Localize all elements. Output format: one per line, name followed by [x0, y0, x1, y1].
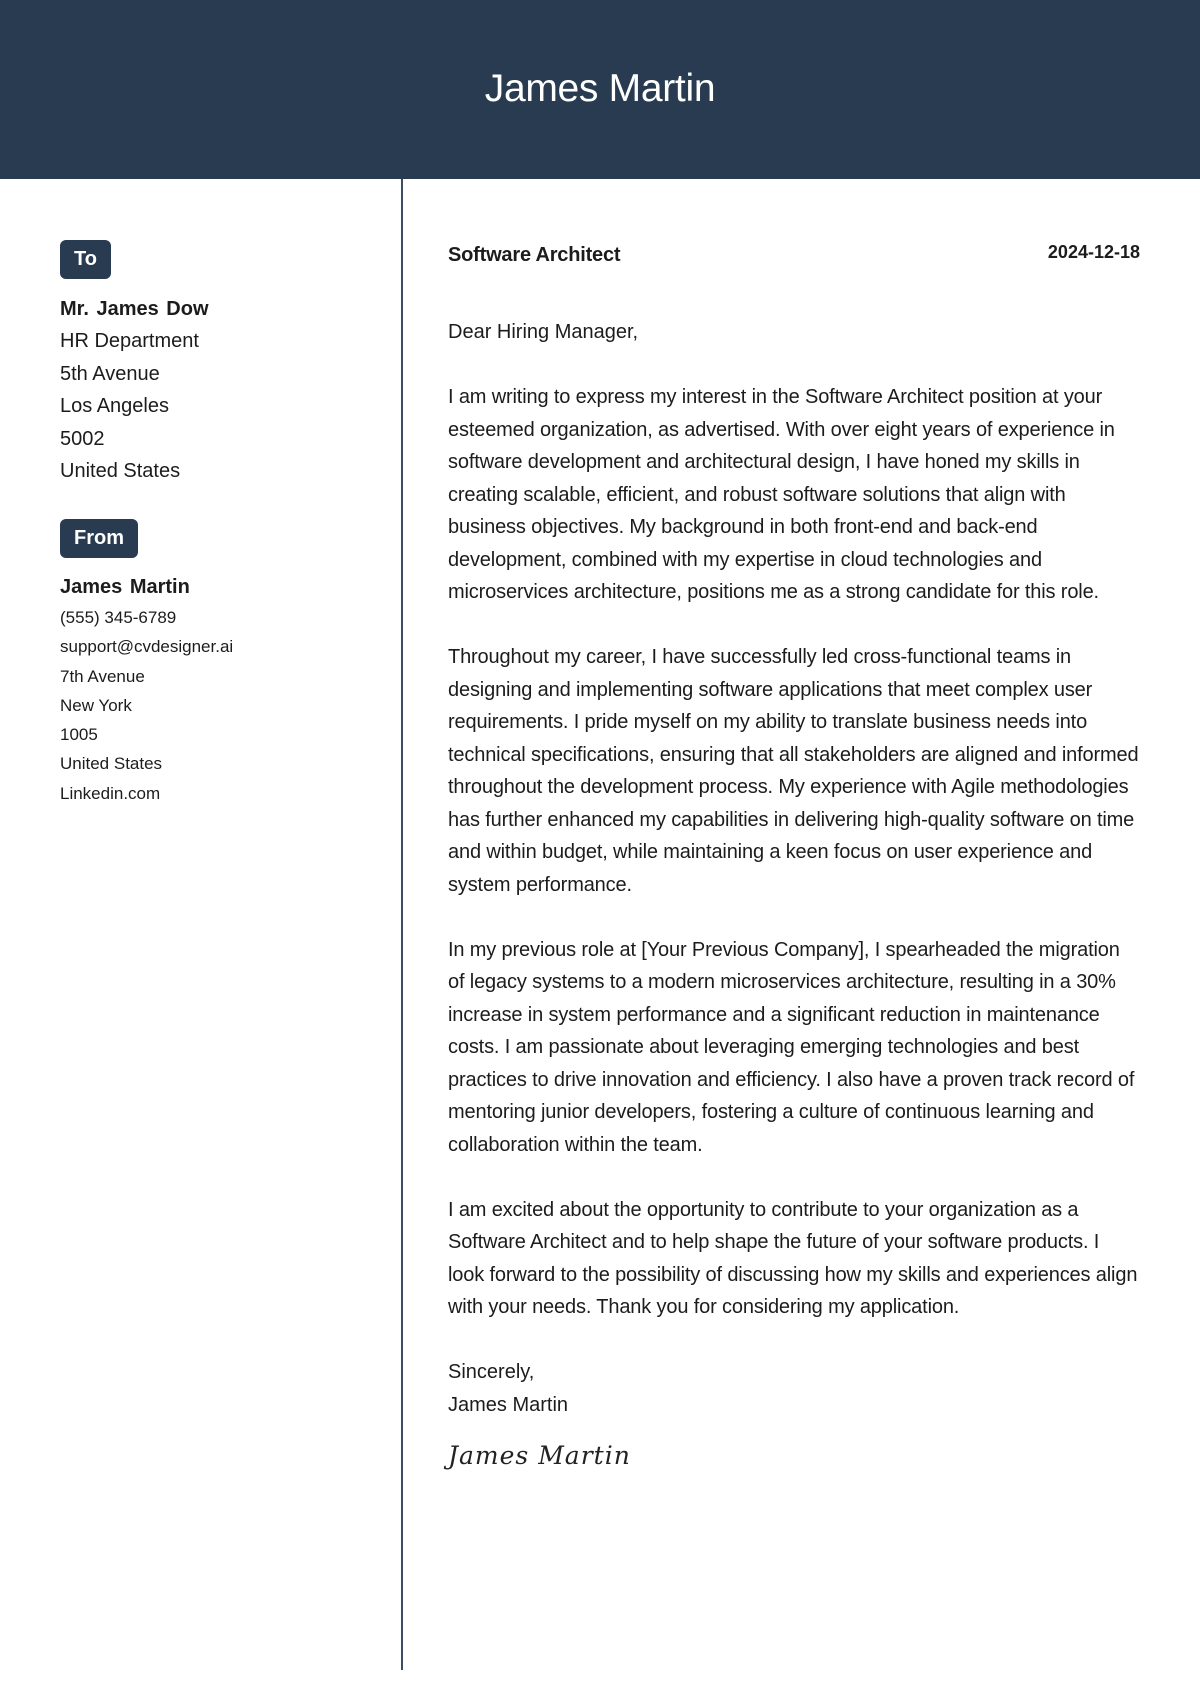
paragraph: Throughout my career, I have successfull…	[448, 646, 1139, 896]
recipient-department: HR Department	[60, 330, 199, 352]
paragraph: I am excited about the opportunity to co…	[448, 1198, 1138, 1319]
to-badge: To	[60, 240, 111, 279]
sender-name: James Martin	[60, 576, 190, 598]
recipient-street: 5th Avenue	[60, 362, 160, 385]
sender-postal-code: 1005	[60, 725, 98, 745]
sender-badge-wrap: From	[60, 519, 138, 558]
signer-name: James Martin	[448, 1393, 569, 1416]
recipient-name: Mr. James Dow	[60, 298, 209, 320]
sender-country: United States	[60, 754, 163, 774]
sender-street: 7th Avenue	[60, 666, 145, 686]
letter-heading: Software Architect 2024-12-18	[448, 240, 1140, 270]
applicant-name: James Martin	[484, 66, 716, 110]
sender-email[interactable]: support@cvdesigner.ai	[60, 632, 380, 661]
recipient-section: To Mr. James Dow HR Department 5th Avenu…	[60, 240, 380, 488]
recipient-country: United States	[60, 460, 181, 482]
job-title: Software Architect	[448, 243, 621, 266]
handwritten-signature: James Martin	[448, 1441, 631, 1470]
sender-section: James Martin (555) 345-6789 support@cvde…	[60, 571, 380, 808]
greeting: Dear Hiring Manager,	[448, 321, 639, 343]
column-divider	[401, 179, 403, 1670]
closing-phrase: Sincerely,	[448, 1361, 535, 1383]
sender-city: New York	[60, 695, 132, 715]
sender-phone[interactable]: (555) 345-6789	[60, 603, 380, 632]
recipient-address: Mr. James Dow HR Department 5th Avenue L…	[60, 293, 380, 488]
recipient-postal-code: 5002	[60, 427, 105, 450]
closing-block: Sincerely, James Martin	[448, 1356, 1140, 1421]
letter-body: Software Architect 2024-12-18 Dear Hirin…	[448, 240, 1140, 1471]
letter-date: 2024-12-18	[1047, 241, 1140, 262]
recipient-city: Los Angeles	[60, 395, 169, 417]
sender-linkedin[interactable]: Linkedin.com	[60, 779, 380, 808]
paragraph: I am writing to express my interest in t…	[448, 386, 1115, 603]
page-header: James Martin	[0, 0, 1200, 179]
paragraph: In my previous role at [Your Previous Co…	[448, 938, 1135, 1156]
from-badge: From	[60, 519, 138, 558]
